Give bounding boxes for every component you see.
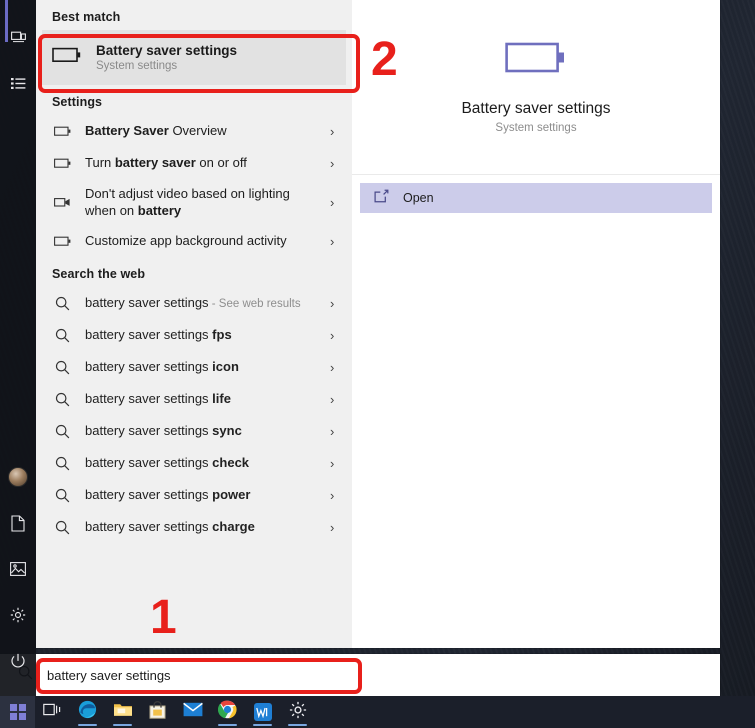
list-icon[interactable]: [0, 60, 36, 106]
mail-button[interactable]: [175, 696, 210, 728]
battery-icon: [54, 236, 71, 247]
row-label: Don't adjust video based on lighting whe…: [85, 185, 290, 218]
start-menu-rail[interactable]: [0, 0, 36, 696]
battery-icon: [54, 126, 71, 137]
windows-start-icon: [9, 704, 26, 720]
chrome-icon: [217, 700, 237, 724]
web-result-item[interactable]: battery saver settings sync ›: [36, 415, 352, 447]
chevron-right-icon[interactable]: ›: [330, 457, 342, 470]
chevron-right-icon[interactable]: ›: [330, 125, 342, 138]
search-results-pane: Best match Battery saver settings System…: [36, 0, 352, 648]
search-icon: [54, 424, 71, 439]
screen: Best match Battery saver settings System…: [0, 0, 755, 728]
web-result-item[interactable]: battery saver settings life ›: [36, 383, 352, 415]
web-result-item[interactable]: battery saver settings fps ›: [36, 319, 352, 351]
gear-icon[interactable]: [0, 592, 36, 638]
row-label: Battery Saver Overview: [85, 123, 227, 139]
chevron-right-icon[interactable]: ›: [330, 521, 342, 534]
video-camera-icon: [54, 197, 71, 208]
running-indicator: [218, 724, 237, 726]
document-icon[interactable]: [0, 500, 36, 546]
search-icon: [54, 456, 71, 471]
row-label: Customize app background activity: [85, 233, 287, 249]
open-label: Open: [403, 191, 434, 205]
annotation-number-1: 1: [150, 591, 177, 644]
settings-result-item[interactable]: Don't adjust video based on lighting whe…: [36, 179, 352, 225]
store-button[interactable]: [140, 696, 175, 728]
web-result-item[interactable]: battery saver settings power ›: [36, 479, 352, 511]
search-icon: [54, 328, 71, 343]
search-flyout: Best match Battery saver settings System…: [36, 0, 720, 648]
row-label: battery saver settings power: [85, 487, 251, 503]
search-the-web-header: Search the web: [52, 267, 146, 281]
row-label: battery saver settings check: [85, 455, 250, 471]
preview-subtitle: System settings: [495, 121, 577, 134]
taskbar[interactable]: [0, 696, 755, 728]
running-indicator: [288, 724, 307, 726]
web-result-item[interactable]: battery saver settings charge ›: [36, 511, 352, 543]
battery-icon: [505, 41, 567, 82]
chevron-right-icon[interactable]: ›: [330, 196, 342, 209]
row-label: battery saver settings icon: [85, 359, 239, 375]
preview-pane: Battery saver settings System settings O…: [352, 0, 720, 648]
microsoft-store-icon: [149, 700, 166, 724]
wps-button[interactable]: [245, 696, 280, 728]
search-icon: [54, 392, 71, 407]
search-icon: [54, 520, 71, 535]
chevron-right-icon[interactable]: ›: [330, 393, 342, 406]
edge-icon: [78, 700, 97, 724]
open-external-icon: [374, 189, 389, 208]
search-icon: [54, 360, 71, 375]
settings-result-item[interactable]: Battery Saver Overview ›: [36, 115, 352, 147]
chevron-right-icon[interactable]: ›: [330, 235, 342, 248]
row-label: Turn battery saver on or off: [85, 155, 247, 171]
settings-result-item[interactable]: Turn battery saver on or off ›: [36, 147, 352, 179]
web-result-item[interactable]: battery saver settings icon ›: [36, 351, 352, 383]
chevron-right-icon[interactable]: ›: [330, 297, 342, 310]
settings-result-item[interactable]: Customize app background activity ›: [36, 225, 352, 257]
open-action-row[interactable]: Open: [360, 183, 712, 213]
row-label: battery saver settings life: [85, 391, 231, 407]
settings-button[interactable]: [280, 696, 315, 728]
web-results-list: battery saver settings - See web results…: [36, 287, 352, 543]
user-avatar-icon[interactable]: [0, 454, 36, 500]
preview-card: Battery saver settings System settings: [352, 0, 720, 175]
preview-title: Battery saver settings: [461, 99, 611, 117]
chevron-right-icon[interactable]: ›: [330, 361, 342, 374]
rail-accent-bar: [5, 0, 8, 42]
running-indicator: [113, 724, 132, 726]
chevron-right-icon[interactable]: ›: [330, 425, 342, 438]
annotation-box-best-match: [38, 34, 360, 93]
pictures-icon[interactable]: [0, 546, 36, 592]
search-icon: [54, 296, 71, 311]
chevron-right-icon[interactable]: ›: [330, 489, 342, 502]
task-view-icon: [43, 702, 62, 722]
mail-icon: [182, 702, 203, 722]
wps-office-icon: [253, 703, 272, 721]
power-icon[interactable]: [0, 638, 36, 684]
row-label: battery saver settings charge: [85, 519, 255, 535]
row-label: battery saver settings - See web results: [85, 294, 301, 310]
start-button[interactable]: [0, 696, 35, 728]
file-explorer-icon: [113, 701, 133, 723]
web-result-item[interactable]: battery saver settings check ›: [36, 447, 352, 479]
gear-icon: [289, 701, 307, 724]
task-view-button[interactable]: [35, 696, 70, 728]
battery-icon: [54, 158, 71, 169]
settings-results-list: Battery Saver Overview › Turn battery save…: [36, 115, 352, 257]
annotation-number-2: 2: [371, 33, 398, 86]
chevron-right-icon[interactable]: ›: [330, 329, 342, 342]
chrome-button[interactable]: [210, 696, 245, 728]
best-match-header: Best match: [52, 10, 121, 24]
row-label: battery saver settings sync: [85, 423, 242, 439]
search-icon: [54, 488, 71, 503]
annotation-box-search: [36, 658, 362, 694]
running-indicator: [253, 724, 272, 726]
file-explorer-button[interactable]: [105, 696, 140, 728]
web-result-item[interactable]: battery saver settings - See web results…: [36, 287, 352, 319]
running-indicator: [78, 724, 97, 726]
row-label: battery saver settings fps: [85, 327, 232, 343]
edge-button[interactable]: [70, 696, 105, 728]
chevron-right-icon[interactable]: ›: [330, 157, 342, 170]
